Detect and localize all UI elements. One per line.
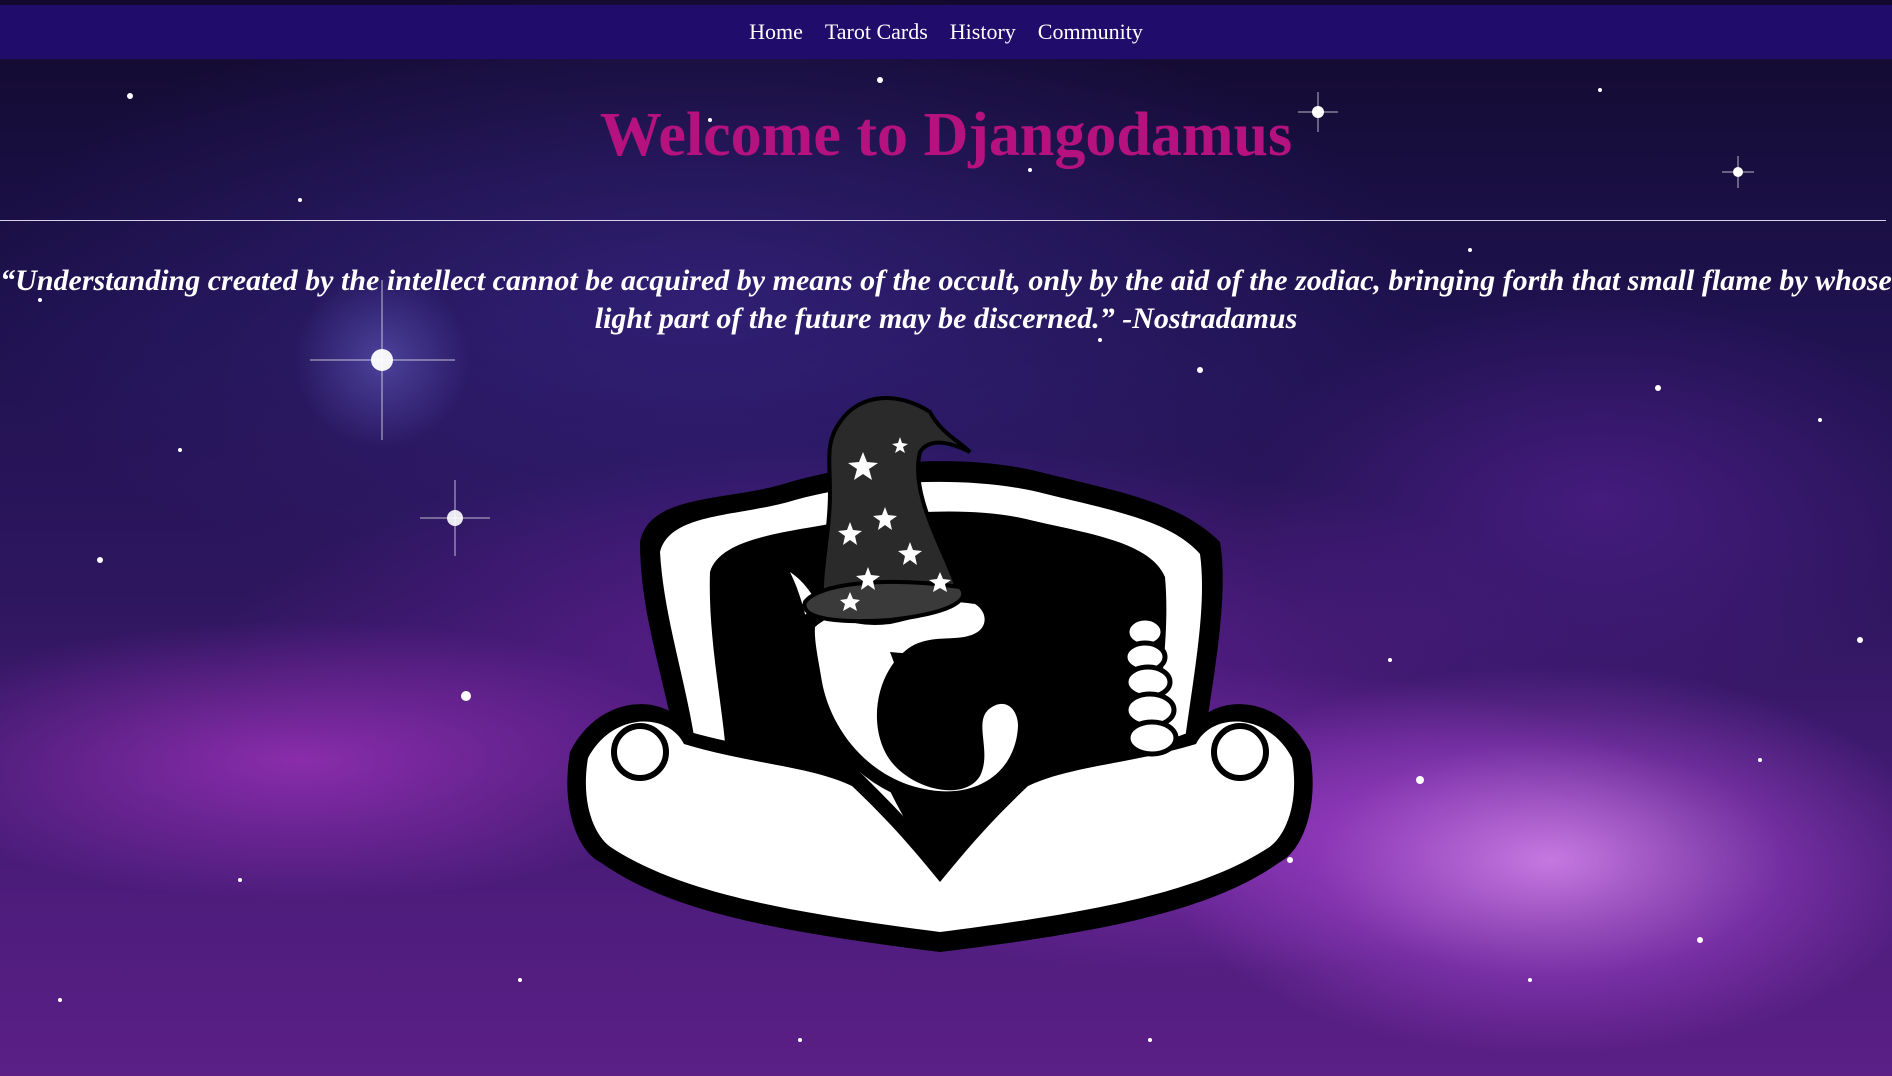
- page-title: Welcome to Djangodamus: [599, 101, 1293, 169]
- nav-tarot-cards-link[interactable]: Tarot Cards: [825, 19, 928, 45]
- nav-history-link[interactable]: History: [950, 19, 1016, 45]
- title-divider: [0, 220, 1886, 221]
- nostradamus-quote: “Understanding created by the intellect …: [0, 264, 1892, 335]
- nav-community-link[interactable]: Community: [1038, 19, 1143, 45]
- top-navbar: Home Tarot Cards History Community: [0, 5, 1892, 59]
- nav-home-link[interactable]: Home: [749, 19, 803, 45]
- snake-wizard-hat-logo: [567, 396, 1313, 952]
